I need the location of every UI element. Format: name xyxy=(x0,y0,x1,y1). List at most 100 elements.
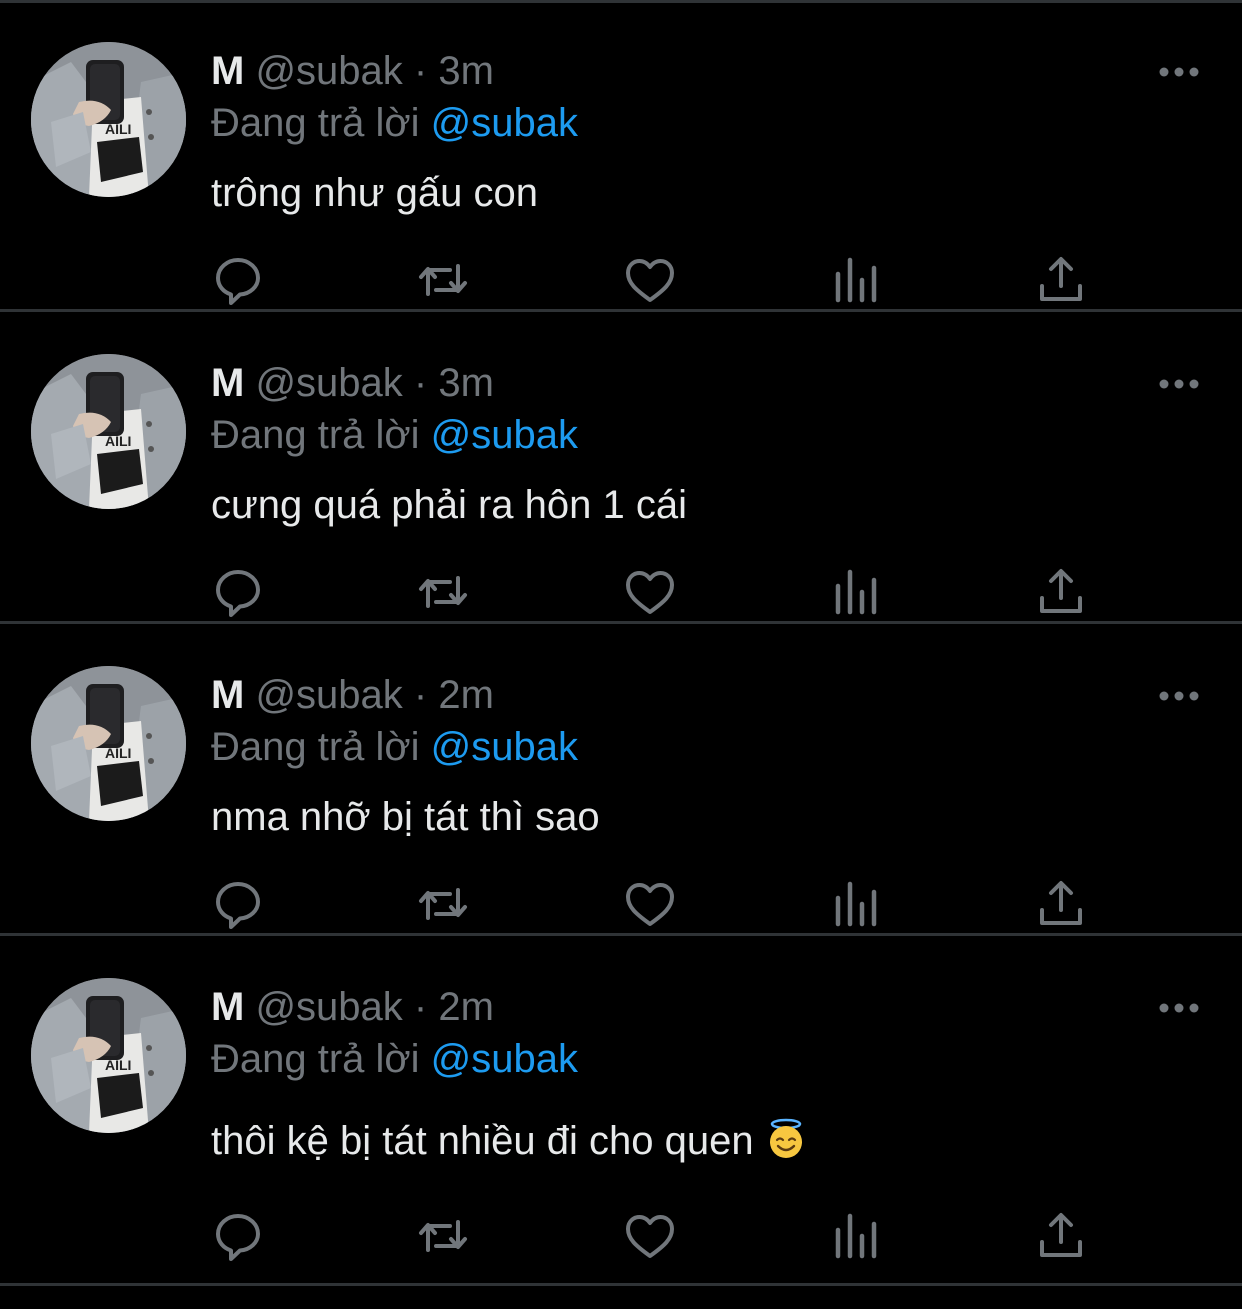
retweet-button[interactable] xyxy=(415,876,471,932)
more-button[interactable] xyxy=(1156,52,1202,92)
retweet-icon xyxy=(419,888,467,920)
separator-dot: · xyxy=(413,49,428,93)
retweet-button[interactable] xyxy=(415,564,471,620)
share-button[interactable] xyxy=(1033,252,1089,308)
tweet-header: M @subak · 3m xyxy=(211,356,494,410)
share-button[interactable] xyxy=(1033,564,1089,620)
reply-prefix: Đang trả lời xyxy=(211,1037,420,1081)
avatar[interactable]: AILI xyxy=(31,354,186,509)
like-button[interactable] xyxy=(622,564,678,620)
share-icon xyxy=(1040,569,1082,613)
tweet-text-content: cưng quá phải ra hôn 1 cái xyxy=(211,483,687,527)
reply-mention[interactable]: @subak xyxy=(431,1037,578,1081)
action-bar xyxy=(210,252,1090,312)
views-button[interactable] xyxy=(828,564,884,620)
heart-icon xyxy=(626,1215,674,1258)
tweet-text-content: thôi kệ bị tát nhiều đi cho quen xyxy=(211,1119,754,1163)
timestamp[interactable]: 3m xyxy=(438,49,494,93)
share-button[interactable] xyxy=(1033,1208,1089,1264)
avatar-image: AILI xyxy=(31,978,186,1133)
reply-button[interactable] xyxy=(210,1208,266,1264)
smiling-face-with-halo-icon xyxy=(765,1118,807,1160)
reply-prefix: Đang trả lời xyxy=(211,101,420,145)
separator-dot: · xyxy=(413,361,428,405)
more-icon xyxy=(1159,67,1199,77)
avatar[interactable]: AILI xyxy=(31,42,186,197)
share-icon xyxy=(1040,1213,1082,1257)
avatar[interactable]: AILI xyxy=(31,978,186,1133)
timestamp[interactable]: 3m xyxy=(438,361,494,405)
views-icon xyxy=(835,257,877,303)
display-name[interactable]: M xyxy=(211,361,244,405)
reply-prefix: Đang trả lời xyxy=(211,725,420,769)
action-bar xyxy=(210,1208,1090,1268)
reply-icon xyxy=(216,882,260,929)
tweet[interactable]: AILI M @subak · 2m Đang trả lời @subak n… xyxy=(0,624,1242,936)
user-handle[interactable]: @subak xyxy=(255,361,402,405)
share-button[interactable] xyxy=(1033,876,1089,932)
avatar-image: AILI xyxy=(31,666,186,821)
retweet-button[interactable] xyxy=(415,252,471,308)
views-button[interactable] xyxy=(828,1208,884,1264)
more-icon xyxy=(1159,691,1199,701)
action-bar xyxy=(210,876,1090,936)
tweet-header: M @subak · 2m xyxy=(211,668,494,722)
tweet-text: cưng quá phải ra hôn 1 cái xyxy=(211,478,687,532)
reply-mention[interactable]: @subak xyxy=(431,101,578,145)
reply-button[interactable] xyxy=(210,252,266,308)
views-button[interactable] xyxy=(828,252,884,308)
tweet[interactable]: AILI M @subak · 3m Đang trả lời @subak c… xyxy=(0,312,1242,624)
separator-dot: · xyxy=(413,985,428,1029)
user-handle[interactable]: @subak xyxy=(255,985,402,1029)
views-icon xyxy=(835,1213,877,1259)
tweet-text: thôi kệ bị tát nhiều đi cho quen xyxy=(211,1114,807,1168)
retweet-button[interactable] xyxy=(415,1208,471,1264)
separator-dot: · xyxy=(413,673,428,717)
replying-to: Đang trả lời @subak xyxy=(211,1032,578,1086)
replying-to: Đang trả lời @subak xyxy=(211,96,578,150)
tweet[interactable]: AILI M @subak · 3m Đang trả lời @subak t… xyxy=(0,0,1242,312)
like-button[interactable] xyxy=(622,876,678,932)
heart-icon xyxy=(626,883,674,926)
tweet-divider xyxy=(0,1283,1242,1286)
like-button[interactable] xyxy=(622,252,678,308)
more-button[interactable] xyxy=(1156,988,1202,1028)
reply-button[interactable] xyxy=(210,564,266,620)
views-button[interactable] xyxy=(828,876,884,932)
reply-mention[interactable]: @subak xyxy=(431,725,578,769)
tweet-text: nma nhỡ bị tát thì sao xyxy=(211,790,600,844)
more-button[interactable] xyxy=(1156,676,1202,716)
tweet-text-content: nma nhỡ bị tát thì sao xyxy=(211,795,600,839)
display-name[interactable]: M xyxy=(211,985,244,1029)
share-icon xyxy=(1040,881,1082,925)
timestamp[interactable]: 2m xyxy=(438,673,494,717)
action-bar xyxy=(210,564,1090,624)
reply-button[interactable] xyxy=(210,876,266,932)
reply-icon xyxy=(216,258,260,305)
display-name[interactable]: M xyxy=(211,49,244,93)
avatar[interactable]: AILI xyxy=(31,666,186,821)
user-handle[interactable]: @subak xyxy=(255,49,402,93)
more-button[interactable] xyxy=(1156,364,1202,404)
retweet-icon xyxy=(419,264,467,296)
views-icon xyxy=(835,569,877,615)
like-button[interactable] xyxy=(622,1208,678,1264)
heart-icon xyxy=(626,571,674,614)
more-icon xyxy=(1159,1003,1199,1013)
user-handle[interactable]: @subak xyxy=(255,673,402,717)
avatar-image: AILI xyxy=(31,42,186,197)
heart-icon xyxy=(626,259,674,302)
replying-to: Đang trả lời @subak xyxy=(211,408,578,462)
retweet-icon xyxy=(419,576,467,608)
display-name[interactable]: M xyxy=(211,673,244,717)
reply-icon xyxy=(216,570,260,617)
timestamp[interactable]: 2m xyxy=(438,985,494,1029)
replying-to: Đang trả lời @subak xyxy=(211,720,578,774)
tweet-text: trông như gấu con xyxy=(211,166,538,220)
tweet-header: M @subak · 2m xyxy=(211,980,494,1034)
tweet-header: M @subak · 3m xyxy=(211,44,494,98)
reply-prefix: Đang trả lời xyxy=(211,413,420,457)
reply-mention[interactable]: @subak xyxy=(431,413,578,457)
views-icon xyxy=(835,881,877,927)
tweet[interactable]: AILI M @subak · 2m Đang trả lời @subak t… xyxy=(0,936,1242,1286)
